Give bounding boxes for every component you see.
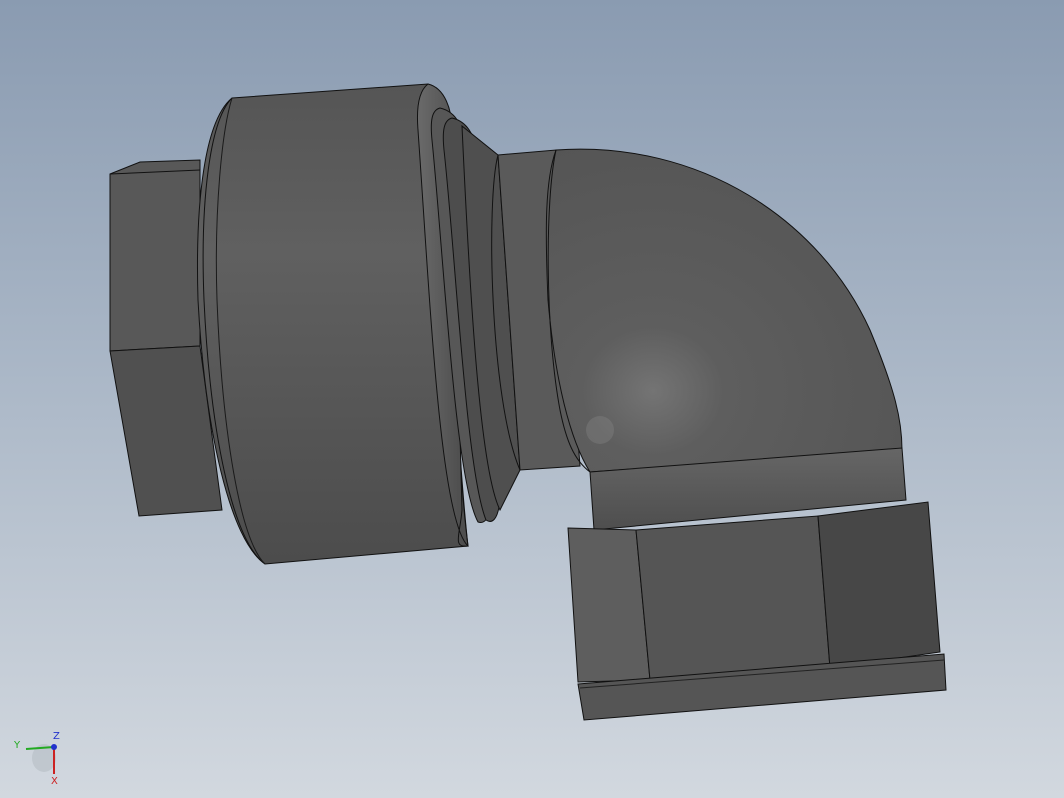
z-axis-label: Z bbox=[53, 731, 60, 742]
pipe-elbow-model[interactable] bbox=[0, 0, 1064, 798]
coordinate-triad-icon: Y Z X bbox=[13, 731, 60, 787]
y-axis-label: Y bbox=[13, 740, 21, 751]
z-axis-dot bbox=[51, 744, 57, 750]
elbow-body bbox=[545, 148, 903, 473]
bottom-hex-nut bbox=[567, 501, 941, 683]
x-axis-label: X bbox=[51, 776, 58, 787]
cad-viewport[interactable]: Y Z X bbox=[0, 0, 1064, 798]
